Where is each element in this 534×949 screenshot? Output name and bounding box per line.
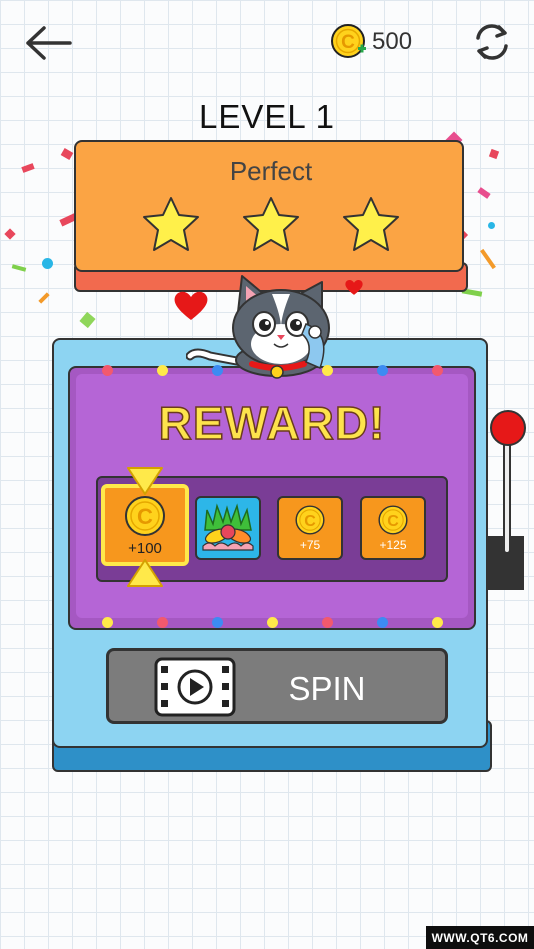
reward-amount: +75 [299, 538, 321, 552]
coin-count: 500 [372, 28, 413, 55]
result-label: Perfect [229, 156, 313, 186]
back-arrow-icon [26, 26, 72, 60]
star-icon [243, 197, 299, 251]
watermark: WWW.QT6.COM [426, 926, 534, 949]
coin-icon: C [125, 495, 165, 536]
refresh-icon [476, 24, 508, 60]
restart-button[interactable] [470, 20, 514, 64]
reward-slot-vegetables[interactable] [195, 496, 261, 560]
star-rating [76, 194, 466, 256]
reward-slot-coin-75[interactable]: C +75 [277, 496, 343, 560]
back-button[interactable] [22, 22, 74, 64]
spin-label: SPIN [288, 670, 366, 707]
coin-icon: C [378, 505, 408, 535]
star-icon [343, 197, 399, 251]
heart-icon [345, 280, 363, 295]
cat-mascot [186, 275, 330, 379]
star-icon [143, 197, 199, 251]
coin-symbol: C [304, 513, 316, 530]
lever-rod[interactable] [503, 440, 511, 554]
level-title: LEVEL 1 [198, 98, 336, 135]
video-play-icon [154, 657, 236, 717]
reward-amount: +125 [379, 538, 407, 552]
coin-symbol: C [341, 32, 355, 53]
selector-arrow-down-icon [127, 467, 163, 495]
coin-symbol: C [137, 504, 153, 529]
reward-amount: +100 [128, 539, 162, 557]
lever-knob[interactable] [490, 410, 526, 446]
reward-slot-coin-100[interactable]: C +100 [101, 484, 189, 566]
vegetables-icon [202, 503, 254, 551]
coin-symbol: C [387, 513, 399, 530]
coin-icon: C [295, 505, 325, 535]
reward-slot-coin-125[interactable]: C +125 [360, 496, 426, 560]
coin-balance[interactable]: C 500 [330, 22, 412, 62]
coin-add-icon: C [330, 23, 368, 61]
reward-title: REWARD! [158, 396, 386, 450]
selector-arrow-up-icon [127, 559, 163, 587]
result-panel: Perfect [74, 140, 464, 272]
